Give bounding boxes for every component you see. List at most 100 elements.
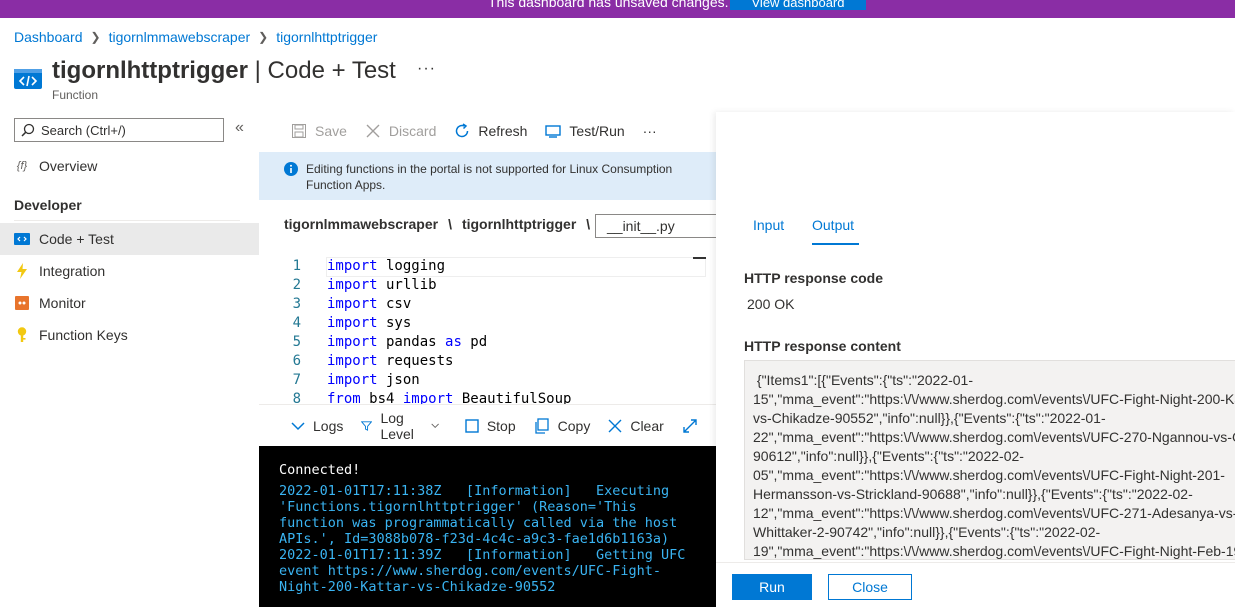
monitor-icon (14, 295, 30, 311)
info-icon (284, 162, 298, 176)
code-keyword: import (327, 296, 378, 312)
refresh-icon (456, 123, 469, 138)
code-text: from bs4 import BeautifulSoup (327, 391, 571, 404)
code-token: json (377, 372, 420, 388)
code-token: csv (377, 296, 412, 312)
more-toolbar-icon[interactable]: ··· (643, 123, 657, 139)
stop-button[interactable]: Stop (465, 418, 516, 434)
code-line: 4 import sys (259, 315, 716, 334)
code-text: import csv (327, 296, 411, 312)
view-dashboard-button[interactable]: View dashboard (730, 0, 866, 10)
close-button[interactable]: Close (828, 574, 912, 600)
sidebar-item-label: Code + Test (39, 231, 114, 247)
test-run-icon (545, 125, 562, 138)
sidebar-item-label: Function Keys (39, 327, 128, 343)
close-icon (608, 419, 622, 432)
unsaved-banner: This dashboard has unsaved changes. View… (0, 0, 1235, 18)
sidebar-item-code-test[interactable]: Code + Test (0, 223, 259, 255)
code-token: pd (461, 334, 488, 350)
refresh-button[interactable]: Refresh (454, 123, 527, 139)
code-keyword: import (327, 315, 378, 331)
line-number: 1 (292, 258, 301, 274)
log-level-dropdown[interactable]: Log Level (361, 410, 446, 442)
sidebar-item-integration[interactable]: Integration (0, 255, 259, 287)
page-title: tigornlhttptrigger | Code + Test (52, 57, 396, 85)
tab-output[interactable]: Output (812, 217, 854, 233)
console-log: 2022-01-01T17:11:38Z [Information] Execu… (279, 483, 686, 595)
info-message-text: Editing functions in the portal is not s… (306, 162, 673, 192)
breadcrumb-dashboard[interactable]: Dashboard (14, 29, 83, 45)
current-line-highlight (326, 257, 706, 277)
code-token: sys (377, 315, 412, 331)
test-run-panel: Input Output HTTP response code 200 OK H… (716, 112, 1235, 607)
sidebar-item-function-keys[interactable]: Function Keys (0, 319, 259, 351)
copy-button[interactable]: Copy (534, 417, 590, 434)
code-token: BeautifulSoup (453, 391, 572, 404)
close-icon (366, 124, 380, 138)
expand-logs-button[interactable] (682, 418, 706, 434)
path-app: tigornlmmawebscraper (284, 216, 439, 232)
file-path: tigornlmmawebscraper \ tigornlhttptrigge… (284, 216, 600, 232)
code-keyword: as (445, 334, 462, 350)
tab-input[interactable]: Input (753, 217, 784, 233)
line-number: 6 (292, 353, 301, 369)
banner-text: This dashboard has unsaved changes. (488, 0, 729, 10)
code-line: 5 import pandas as pd (259, 334, 716, 353)
info-message-bar: Editing functions in the portal is not s… (259, 152, 716, 200)
line-number: 3 (292, 296, 301, 312)
line-number: 2 (292, 277, 301, 293)
chevron-right-icon: ❯ (258, 30, 269, 44)
code-text: import pandas as pd (327, 334, 487, 350)
breadcrumb-function-app[interactable]: tigornlmmawebscraper (109, 29, 251, 45)
sidebar-item-label: Overview (39, 158, 98, 174)
file-dropdown[interactable]: __init__.py (595, 214, 716, 238)
key-icon (14, 327, 30, 343)
test-run-button[interactable]: Test/Run (545, 123, 625, 139)
code-keyword: import (327, 277, 378, 293)
search-placeholder: Search (Ctrl+/) (41, 122, 126, 138)
code-keyword: import (402, 391, 454, 404)
code-keyword: from (327, 391, 361, 404)
log-toolbar: Logs Log Level Stop Copy Clear (259, 404, 716, 446)
search-input[interactable]: Search (Ctrl+/) (14, 118, 224, 142)
path-separator: \ (448, 216, 452, 232)
breadcrumb-function[interactable]: tigornlhttptrigger (276, 29, 377, 45)
run-button[interactable]: Run (732, 574, 812, 600)
code-text: import requests (327, 353, 453, 369)
sidebar-divider (14, 220, 240, 221)
sidebar-item-monitor[interactable]: Monitor (0, 287, 259, 319)
line-number: 7 (292, 372, 301, 388)
page-title-section: | Code + Test (254, 57, 396, 84)
chevron-right-icon: ❯ (90, 30, 101, 44)
stop-icon (465, 418, 479, 433)
code-text: import urllib (327, 277, 437, 293)
response-code-label: HTTP response code (744, 270, 884, 286)
tab-selected-indicator (812, 243, 859, 245)
logs-toggle[interactable]: Logs (291, 418, 343, 434)
console-connected: Connected! (279, 462, 361, 478)
code-keyword: import (327, 372, 378, 388)
discard-button[interactable]: Discard (365, 123, 436, 139)
sidebar-item-label: Monitor (39, 295, 86, 311)
log-console: Connected! 2022-01-01T17:11:38Z [Informa… (259, 446, 716, 607)
filter-icon (361, 420, 373, 431)
clear-button[interactable]: Clear (608, 418, 664, 434)
line-number: 4 (292, 315, 301, 331)
scrollbar-thumb[interactable] (693, 257, 706, 259)
chevron-down-icon (291, 421, 305, 430)
response-content-box[interactable]: {"Items1":[{"Events":{"ts":"2022-01- 15"… (744, 360, 1235, 560)
copy-icon (534, 417, 549, 434)
collapse-sidebar-icon[interactable]: « (235, 119, 244, 137)
more-actions-icon[interactable]: ··· (417, 60, 436, 78)
editor-toolbar: Save Discard Refresh Test/Run ··· (291, 118, 675, 144)
page-subtitle: Function (52, 88, 99, 102)
save-button[interactable]: Save (291, 123, 347, 139)
page-title-function: tigornlhttptrigger (52, 57, 248, 84)
code-line: 6 import requests (259, 353, 716, 372)
sidebar-section-developer: Developer (14, 197, 82, 213)
sidebar-item-overview[interactable]: {f} Overview (0, 150, 259, 182)
code-keyword: import (327, 334, 378, 350)
code-text: import json (327, 372, 420, 388)
code-token: bs4 (360, 391, 403, 404)
response-code-value: 200 OK (747, 296, 795, 312)
